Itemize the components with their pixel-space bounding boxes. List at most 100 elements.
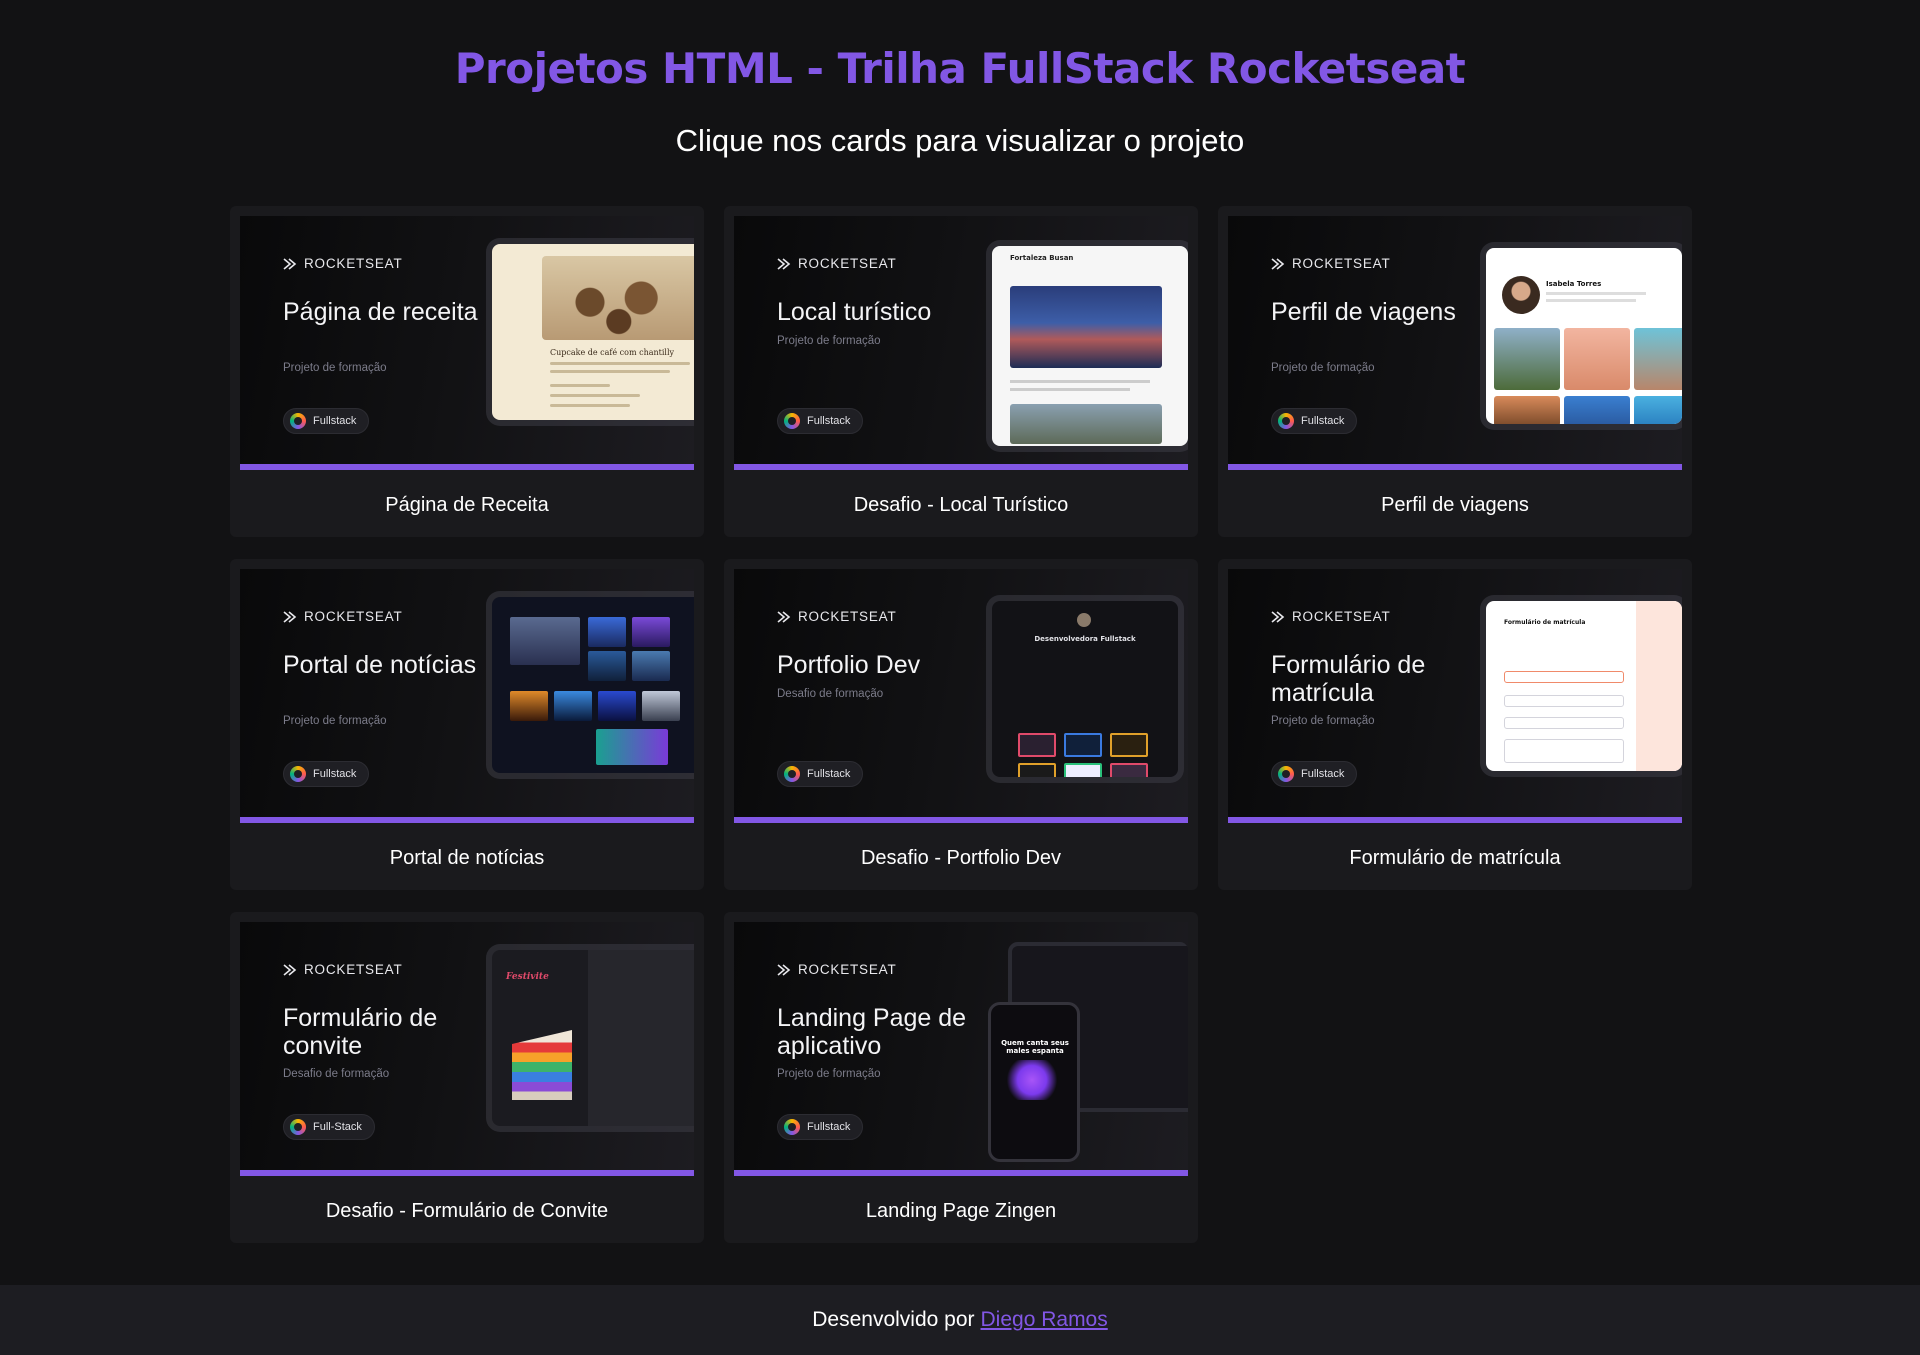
news-image xyxy=(598,691,636,721)
thumb-subtitle: Projeto de formação xyxy=(1271,362,1375,374)
thumb-title: Portfolio Dev xyxy=(777,651,921,679)
project-card-portal-noticias[interactable]: ROCKETSEAT Portal de notícias Projeto de… xyxy=(230,559,704,890)
news-image xyxy=(642,691,680,721)
project-card-receita[interactable]: ROCKETSEAT Página de receita Projeto de … xyxy=(230,206,704,537)
badge-label: Fullstack xyxy=(313,768,357,780)
form-field xyxy=(1504,671,1624,683)
project-card-landing-zingen[interactable]: ROCKETSEAT Landing Page de aplicativo Pr… xyxy=(724,912,1198,1243)
travel-photo xyxy=(1634,396,1682,424)
preview-screenshot: Fortaleza Busan xyxy=(992,246,1188,446)
rocketseat-logo: ROCKETSEAT xyxy=(1271,256,1391,271)
thumb-title: Local turístico xyxy=(777,298,932,326)
thumb-title: Perfil de viagens xyxy=(1271,298,1456,326)
rocketseat-logo: ROCKETSEAT xyxy=(283,962,403,977)
text-line xyxy=(1010,388,1130,391)
badge-label: Fullstack xyxy=(807,768,851,780)
phone-glow xyxy=(1002,1060,1062,1100)
travel-photo xyxy=(1494,328,1560,390)
card-thumbnail: ROCKETSEAT Local turístico Projeto de fo… xyxy=(734,216,1188,470)
project-grid: ROCKETSEAT Página de receita Projeto de … xyxy=(230,206,1692,1243)
preview-title: Formulário de matrícula xyxy=(1504,619,1586,626)
rocketseat-logo: ROCKETSEAT xyxy=(1271,609,1391,624)
rocketseat-logo: ROCKETSEAT xyxy=(777,962,897,977)
news-image xyxy=(510,691,548,721)
form-field xyxy=(1504,695,1624,707)
news-image xyxy=(588,651,626,681)
fullstack-icon xyxy=(290,413,306,429)
text-line xyxy=(550,394,640,397)
page-title: Projetos HTML - Trilha FullStack Rockets… xyxy=(454,44,1466,93)
card-label: Portal de notícias xyxy=(389,847,545,869)
fullstack-badge: Full-Stack xyxy=(283,1114,375,1140)
thumb-title: Landing Page de aplicativo xyxy=(777,1004,967,1060)
rocketseat-icon xyxy=(777,257,791,270)
card-label: Perfil de viagens xyxy=(1381,494,1529,516)
travel-photo xyxy=(1634,328,1682,390)
preview-screenshot: Festivite xyxy=(492,950,694,1126)
text-line xyxy=(1546,299,1636,302)
fullstack-badge: Fullstack xyxy=(1271,408,1358,434)
news-image xyxy=(632,651,670,681)
badge-label: Fullstack xyxy=(1301,415,1345,427)
fullstack-icon xyxy=(784,413,800,429)
project-card-formulario-matricula[interactable]: ROCKETSEAT Formulário de matrícula Proje… xyxy=(1218,559,1692,890)
footer-prefix: Desenvolvido por xyxy=(812,1308,975,1331)
travel-photo xyxy=(1564,396,1630,424)
fullstack-badge: Fullstack xyxy=(283,408,370,434)
rocketseat-logo: ROCKETSEAT xyxy=(777,609,897,624)
news-image xyxy=(510,617,580,665)
news-image xyxy=(632,617,670,647)
profile-name: Isabela Torres xyxy=(1546,280,1602,288)
project-card-local-turistico[interactable]: ROCKETSEAT Local turístico Projeto de fo… xyxy=(724,206,1198,537)
preview-screenshot: Cupcake de café com chantilly xyxy=(492,244,694,420)
badge-label: Fullstack xyxy=(313,415,357,427)
thumb-subtitle: Projeto de formação xyxy=(777,335,881,347)
rocketseat-icon xyxy=(1271,257,1285,270)
project-thumb xyxy=(1064,733,1102,757)
text-line xyxy=(1546,292,1646,295)
cupcake-image xyxy=(542,256,694,340)
project-card-perfil-viagens[interactable]: ROCKETSEAT Perfil de viagens Projeto de … xyxy=(1218,206,1692,537)
text-line xyxy=(550,370,670,373)
temple-image xyxy=(1010,404,1162,444)
form-side-panel xyxy=(1636,601,1682,771)
thumb-title: Formulário de convite xyxy=(283,1004,438,1060)
preview-screenshot xyxy=(492,597,694,773)
badge-label: Fullstack xyxy=(807,1121,851,1133)
rocketseat-icon xyxy=(777,963,791,976)
fullstack-badge: Fullstack xyxy=(777,1114,864,1140)
project-thumb xyxy=(1018,763,1056,777)
form-field xyxy=(1504,717,1624,729)
text-line xyxy=(1010,380,1150,383)
brand-name: ROCKETSEAT xyxy=(1292,609,1391,624)
card-thumbnail: ROCKETSEAT Formulário de matrícula Proje… xyxy=(1228,569,1682,823)
rocketseat-logo: ROCKETSEAT xyxy=(777,256,897,271)
fullstack-badge: Fullstack xyxy=(283,761,370,787)
rocketseat-logo: ROCKETSEAT xyxy=(283,256,403,271)
card-label: Desafio - Formulário de Convite xyxy=(325,1200,609,1222)
author-link[interactable]: Diego Ramos xyxy=(981,1308,1108,1332)
brand-name: ROCKETSEAT xyxy=(798,609,897,624)
fullstack-icon xyxy=(1278,413,1294,429)
thumb-subtitle: Desafio de formação xyxy=(777,688,884,700)
avatar xyxy=(1077,613,1091,627)
thumb-title: Formulário de matrícula xyxy=(1271,651,1426,707)
project-thumb xyxy=(1064,763,1102,777)
card-thumbnail: ROCKETSEAT Portfolio Dev Desafio de form… xyxy=(734,569,1188,823)
thumb-title: Página de receita xyxy=(283,298,478,326)
page-subtitle: Clique nos cards para visualizar o proje… xyxy=(675,123,1245,158)
form-field xyxy=(1504,739,1624,763)
thumb-subtitle: Projeto de formação xyxy=(777,1068,881,1080)
badge-label: Full-Stack xyxy=(313,1121,362,1133)
card-label: Desafio - Local Turístico xyxy=(853,494,1069,516)
thumb-subtitle: Projeto de formação xyxy=(283,715,387,727)
brand-name: ROCKETSEAT xyxy=(798,962,897,977)
city-image xyxy=(1010,286,1162,368)
news-image xyxy=(588,617,626,647)
card-thumbnail: ROCKETSEAT Landing Page de aplicativo Pr… xyxy=(734,922,1188,1176)
card-thumbnail: ROCKETSEAT Página de receita Projeto de … xyxy=(240,216,694,470)
brand-name: ROCKETSEAT xyxy=(304,609,403,624)
project-card-formulario-convite[interactable]: ROCKETSEAT Formulário de convite Desafio… xyxy=(230,912,704,1243)
fullstack-badge: Fullstack xyxy=(1271,761,1358,787)
project-card-portfolio-dev[interactable]: ROCKETSEAT Portfolio Dev Desafio de form… xyxy=(724,559,1198,890)
